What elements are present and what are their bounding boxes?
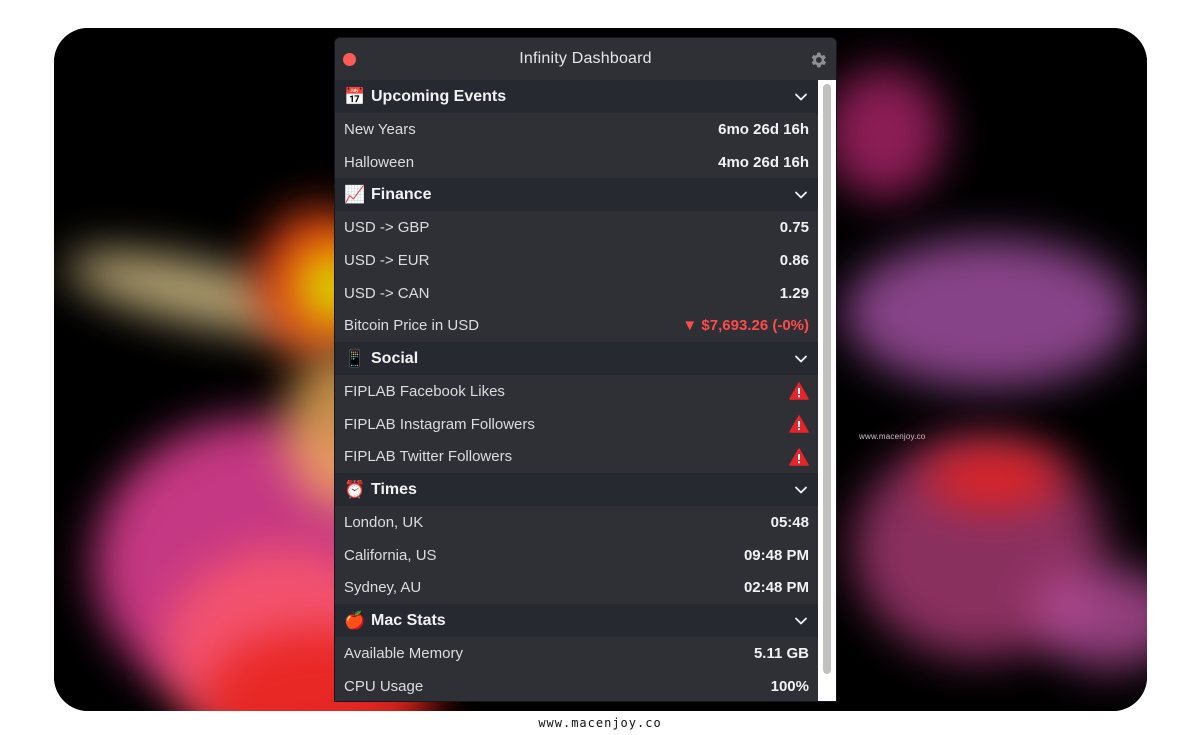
list-item[interactable]: USD -> CAN 1.29 [335,276,818,310]
item-value: 02:48 PM [743,579,809,597]
dashboard-panel: Infinity Dashboard 📅 Upcoming Events New Y… [335,38,836,701]
list-item[interactable]: FIPLAB Facebook Likes [335,375,818,408]
list-item[interactable]: New Years 6mo 26d 16h [335,113,818,146]
apple-icon: 🍎 [344,610,366,630]
scrollbar[interactable] [818,80,836,701]
item-value: 0.75 [779,219,809,237]
chevron-down-icon[interactable] [794,188,808,202]
footer-url: www.macenjoy.co [538,716,662,730]
list-item[interactable]: FIPLAB Twitter Followers [335,440,818,474]
item-label: FIPLAB Facebook Likes [344,382,505,400]
chevron-down-icon[interactable] [794,483,808,497]
item-value: 6mo 26d 16h [718,120,809,138]
section-title: Finance [371,185,432,203]
section-header-social[interactable]: 📱 Social [335,342,818,376]
item-value: 1.29 [779,284,809,302]
dashboard-content: 📅 Upcoming Events New Years 6mo 26d 16h Hall… [335,80,818,701]
item-value: 100% [770,677,809,695]
warning-icon [789,382,809,401]
item-value: 5.11 GB [753,645,809,663]
item-value: 05:48 [770,514,809,532]
window-title: Infinity Dashboard [519,50,652,67]
item-label: USD -> GBP [344,219,430,237]
list-item[interactable]: USD -> GBP 0.75 [335,211,818,245]
close-button[interactable] [343,53,356,66]
item-label: London, UK [344,514,424,532]
item-label: California, US [344,546,437,564]
item-label: New Years [344,120,416,138]
scroll-thumb[interactable] [823,84,831,674]
section-title: Mac Stats [371,611,446,629]
list-item[interactable]: CPU Usage 100% [335,669,818,701]
list-item[interactable]: Bitcoin Price in USD ▼ $7,693.26 (-0%) [335,309,818,343]
chart-increasing-icon: 📈 [344,184,366,204]
calendar-icon: 📅 [344,86,366,106]
item-label: USD -> CAN [344,284,430,302]
section-header-finance[interactable]: 📈 Finance [335,178,818,212]
item-label: USD -> EUR [344,251,430,269]
section-title: Times [371,480,417,498]
list-item[interactable]: Available Memory 5.11 GB [335,637,818,670]
warning-icon [789,448,809,466]
watermark: www.macenjoy.co [859,432,926,441]
list-item[interactable]: Sydney, AU 02:48 PM [335,571,818,605]
item-label: Available Memory [344,645,463,663]
gear-icon[interactable] [808,50,828,70]
item-label: Sydney, AU [344,579,422,597]
item-label: Bitcoin Price in USD [344,317,480,335]
item-value: 4mo 26d 16h [718,153,809,171]
warning-icon [789,415,809,433]
item-label: Halloween [344,153,415,171]
alarm-clock-icon: ⏰ [344,479,366,499]
item-value: 0.86 [779,251,809,269]
list-item[interactable]: FIPLAB Instagram Followers [335,407,818,441]
chevron-down-icon[interactable] [794,90,808,104]
item-value: 09:48 PM [743,546,809,564]
list-item[interactable]: California, US 09:48 PM [335,538,818,572]
section-header-mac-stats[interactable]: 🍎 Mac Stats [335,604,818,638]
list-item[interactable]: London, UK 05:48 [335,506,818,539]
list-item[interactable]: Halloween 4mo 26d 16h [335,145,818,179]
chevron-down-icon[interactable] [794,614,808,628]
mobile-phone-icon: 📱 [344,348,366,368]
section-title: Social [371,349,419,367]
list-item[interactable]: USD -> EUR 0.86 [335,244,818,277]
item-label: FIPLAB Instagram Followers [344,415,535,433]
section-title: Upcoming Events [371,87,507,105]
item-label: CPU Usage [344,677,424,695]
section-header-times[interactable]: ⏰ Times [335,473,818,507]
chevron-down-icon[interactable] [794,352,808,366]
item-value: ▼ $7,693.26 (-0%) [682,317,809,335]
section-header-upcoming-events[interactable]: 📅 Upcoming Events [335,80,818,113]
item-label: FIPLAB Twitter Followers [344,448,513,466]
title-bar: Infinity Dashboard [335,38,836,80]
